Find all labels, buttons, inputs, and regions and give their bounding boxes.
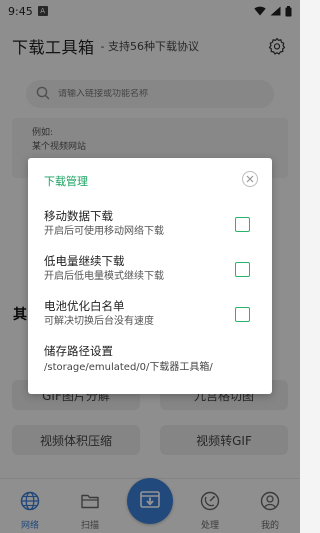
mobile-data-checkbox[interactable] [235,217,250,232]
battery-whitelist-checkbox[interactable] [235,307,250,322]
option-desc: 可解决切换后台没有速度 [44,316,154,327]
option-desc: 开启后低电量模式继续下载 [44,271,164,282]
option-title: 电池优化白名单 [44,299,125,313]
option-battery-whitelist[interactable]: 电池优化白名单 可解决切换后台没有速度 [44,299,256,329]
option-desc: 开启后可使用移动网络下载 [44,226,164,237]
close-icon[interactable] [242,171,258,187]
low-battery-checkbox[interactable] [235,262,250,277]
storage-path: /storage/emulated/0/下载器工具箱/ [44,362,213,373]
option-title: 低电量继续下载 [44,254,125,268]
option-storage-path[interactable]: 储存路径设置 /storage/emulated/0/下载器工具箱/ [44,344,256,375]
option-low-battery[interactable]: 低电量继续下载 开启后低电量模式继续下载 [44,254,256,284]
download-settings-dialog: 下载管理 移动数据下载 开启后可使用移动网络下载 低电量继续下载 开启后低电量模… [28,158,272,394]
option-title: 移动数据下载 [44,209,113,223]
option-mobile-data[interactable]: 移动数据下载 开启后可使用移动网络下载 [44,209,256,239]
dialog-title: 下载管理 [44,175,88,188]
storage-title: 储存路径设置 [44,344,113,358]
